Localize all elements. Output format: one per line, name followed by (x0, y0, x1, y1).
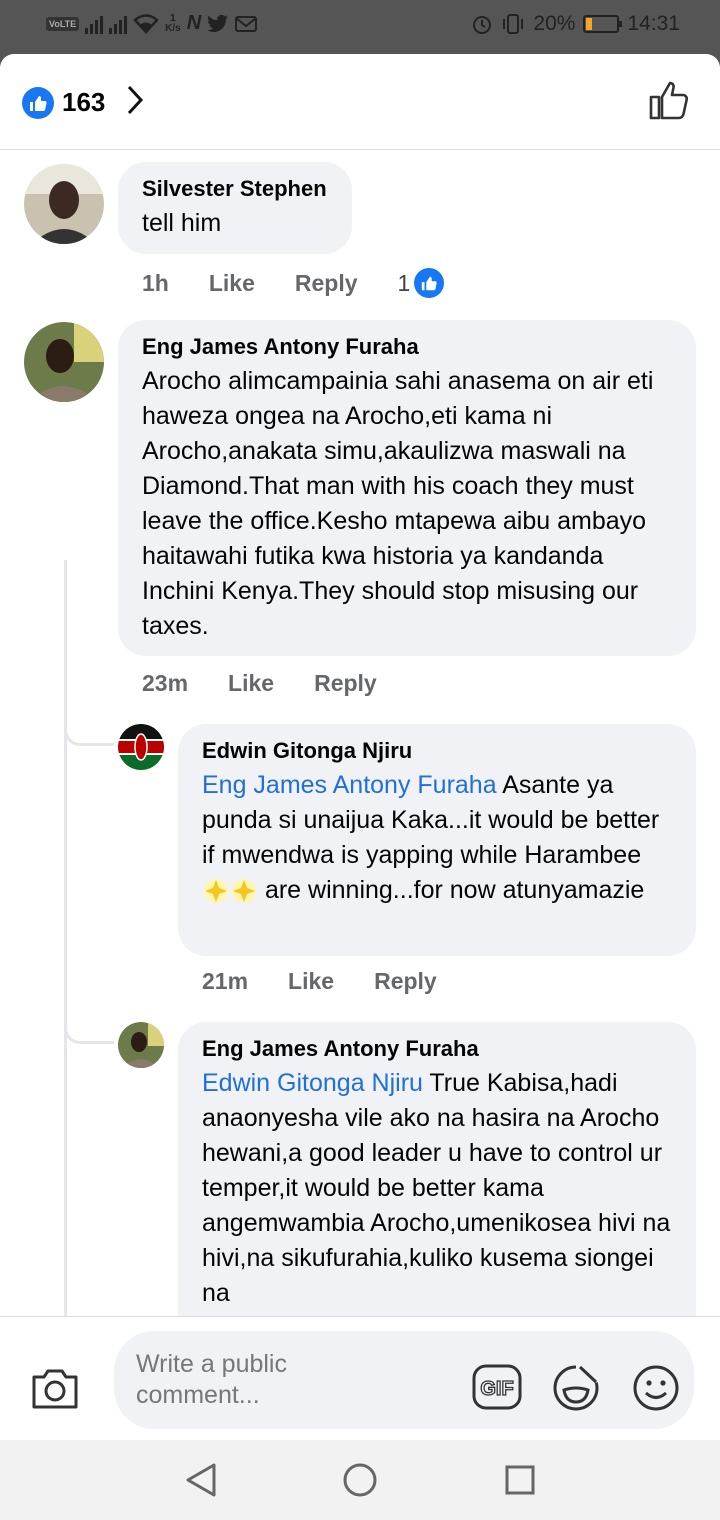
reply-bubble: Eng James Antony Furaha Edwin Gitonga Nj… (178, 1022, 696, 1316)
gif-button[interactable]: GIF (472, 1364, 522, 1415)
comment-text: Arocho alimcampainia sahi anasema on air… (142, 367, 654, 640)
like-reaction-icon (22, 86, 54, 119)
comments-sheet: 163 Silvester Stephen tell him 1h Like R… (0, 54, 720, 1440)
reactions-summary[interactable]: 163 (22, 84, 145, 121)
comment-author[interactable]: Edwin Gitonga Njiru (202, 738, 672, 764)
avatar[interactable] (118, 724, 164, 770)
emoji-icon (633, 1365, 679, 1411)
thread-connector (64, 1014, 114, 1044)
camera-button[interactable] (30, 1367, 80, 1416)
clock: 14:31 (627, 12, 680, 35)
like-link[interactable]: Like (288, 968, 334, 995)
reply-link[interactable]: Reply (314, 670, 377, 697)
sticker-icon (553, 1365, 599, 1411)
avatar[interactable] (24, 164, 104, 244)
signal-2g-icon (109, 14, 128, 34)
gmail-icon (235, 15, 258, 32)
alarm-icon (473, 16, 492, 34)
reply-bubble: Edwin Gitonga Njiru Eng James Antony Fur… (178, 724, 696, 956)
reply-link[interactable]: Reply (295, 270, 358, 297)
glowing-star-emoji (232, 879, 256, 904)
emoji-button[interactable] (632, 1364, 680, 1417)
reaction-count: 1 (397, 269, 411, 296)
comment-author[interactable]: Silvester Stephen (142, 176, 328, 202)
status-bar: VoLTE 1 K/s N 20% 14:31 (0, 0, 720, 54)
comment-author[interactable]: Eng James Antony Furaha (202, 1036, 672, 1062)
like-link[interactable]: Like (209, 270, 255, 297)
sheet-header: 163 (0, 54, 720, 150)
camera-icon (32, 1369, 78, 1409)
speed-value: 1 (170, 12, 176, 24)
comments-list: Silvester Stephen tell him 1h Like Reply… (0, 150, 720, 1316)
avatar[interactable] (118, 1022, 164, 1068)
comment-input-placeholder: Write a public comment... (136, 1350, 287, 1409)
comment-text-part: True Kabisa,hadi anaonyesha vile ako na … (202, 1069, 671, 1307)
vibrate-icon (503, 14, 524, 34)
status-left: VoLTE 1 K/s N (46, 12, 258, 35)
comment-text: Edwin Gitonga Njiru True Kabisa,hadi ana… (202, 1066, 672, 1311)
svg-text:GIF: GIF (480, 1378, 513, 1400)
back-triangle-icon (186, 1463, 216, 1497)
twitter-icon (207, 14, 229, 32)
comment-bubble: Silvester Stephen tell him (118, 162, 352, 254)
comment-text-part: are winning...for now atunyamazie (258, 876, 645, 904)
comment-author[interactable]: Eng James Antony Furaha (142, 334, 672, 360)
nav-recents-button[interactable] (504, 1464, 536, 1501)
comment-time: 1h (142, 269, 169, 296)
thread-connector (64, 716, 114, 746)
reply-link[interactable]: Reply (374, 968, 437, 995)
comment-actions: 21m Like Reply (202, 968, 437, 995)
comment-composer: Write a public comment... GIF (0, 1316, 720, 1440)
comment-time: 23m (142, 670, 189, 696)
reaction-count: 163 (62, 87, 106, 117)
chevron-right-icon (125, 84, 145, 121)
speed-unit: K/s (165, 22, 181, 34)
thread-line (64, 560, 67, 1316)
comment-text: Eng James Antony Furaha Asante ya punda … (202, 768, 672, 908)
mention-link[interactable]: Edwin Gitonga Njiru (202, 1069, 423, 1097)
comment-actions: 1h Like Reply 1 (142, 268, 445, 298)
wifi-icon (133, 13, 159, 34)
signal-4g-icon (85, 14, 104, 34)
recents-square-icon (505, 1465, 535, 1495)
comment-reactions[interactable]: 1 (398, 268, 445, 298)
comment-actions: 23m Like Reply (142, 670, 377, 697)
battery-icon (583, 15, 623, 33)
system-nav-bar (0, 1440, 720, 1520)
like-reaction-icon (414, 268, 445, 298)
like-post-button[interactable] (648, 78, 692, 127)
status-right: 20% 14:31 (471, 12, 680, 36)
avatar[interactable] (24, 322, 104, 402)
battery-percent: 20% (533, 12, 576, 35)
home-circle-icon (343, 1463, 377, 1497)
mention-link[interactable]: Eng James Antony Furaha (202, 771, 497, 799)
sticker-button[interactable] (552, 1364, 600, 1417)
comment-input[interactable]: Write a public comment... GIF (114, 1331, 694, 1429)
volte-icon: VoLTE (46, 16, 80, 31)
comment-bubble: Eng James Antony Furaha Arocho alimcampa… (118, 320, 696, 656)
comment-text: tell him (142, 209, 222, 237)
notification-n-icon: N (186, 12, 202, 34)
nav-back-button[interactable] (184, 1462, 218, 1503)
nav-home-button[interactable] (342, 1462, 378, 1503)
thumbs-up-outline-icon (649, 81, 689, 120)
battery-fill (586, 18, 593, 30)
glowing-star-emoji (204, 879, 228, 904)
gif-icon: GIF (472, 1364, 522, 1410)
comment-time: 21m (202, 968, 249, 994)
like-link[interactable]: Like (228, 670, 274, 697)
